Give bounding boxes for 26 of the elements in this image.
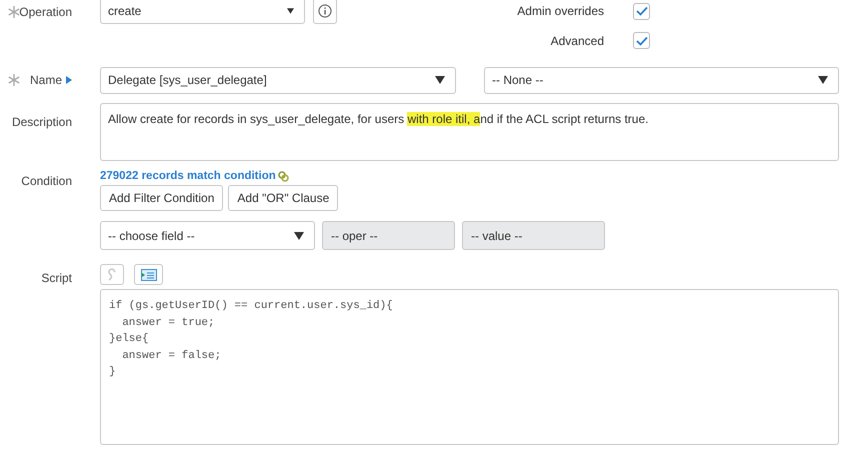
caret-icon — [818, 76, 828, 84]
filter-button[interactable]: Add "OR" Clause — [228, 185, 338, 211]
checkbox-label: Admin overrides — [517, 4, 604, 18]
field-label: Script — [41, 271, 72, 285]
table-select[interactable]: Delegate [sys_user_delegate] — [100, 66, 456, 94]
caret-icon — [287, 6, 294, 14]
script-editor-icon[interactable] — [134, 264, 163, 285]
checkbox[interactable] — [633, 32, 650, 49]
field-select[interactable]: -- None -- — [484, 66, 839, 94]
field-label: Name — [30, 73, 62, 87]
caret-icon — [294, 232, 304, 240]
field-label: Operation — [19, 5, 72, 19]
caret-icon — [435, 76, 445, 84]
checkbox-label: Advanced — [550, 34, 604, 48]
checkbox[interactable] — [633, 2, 650, 20]
field-label: Description — [12, 115, 72, 129]
filter-button[interactable]: Add Filter Condition — [100, 185, 224, 211]
choose-field-select[interactable]: -- choose field -- — [100, 221, 315, 250]
info-icon[interactable] — [313, 0, 337, 24]
operation-select[interactable]: create — [100, 0, 305, 24]
value-field[interactable]: -- value -- — [462, 221, 605, 250]
code-editor[interactable]: if (gs.getUserID() == current.user.sys_id){ answer = true; }else{ answer = false; } — [100, 289, 839, 445]
records-link[interactable]: 279022 records match condition — [100, 170, 605, 182]
operator-field[interactable]: -- oper -- — [322, 221, 455, 250]
reference-icon[interactable] — [66, 76, 72, 84]
field-label: Condition — [21, 174, 72, 188]
